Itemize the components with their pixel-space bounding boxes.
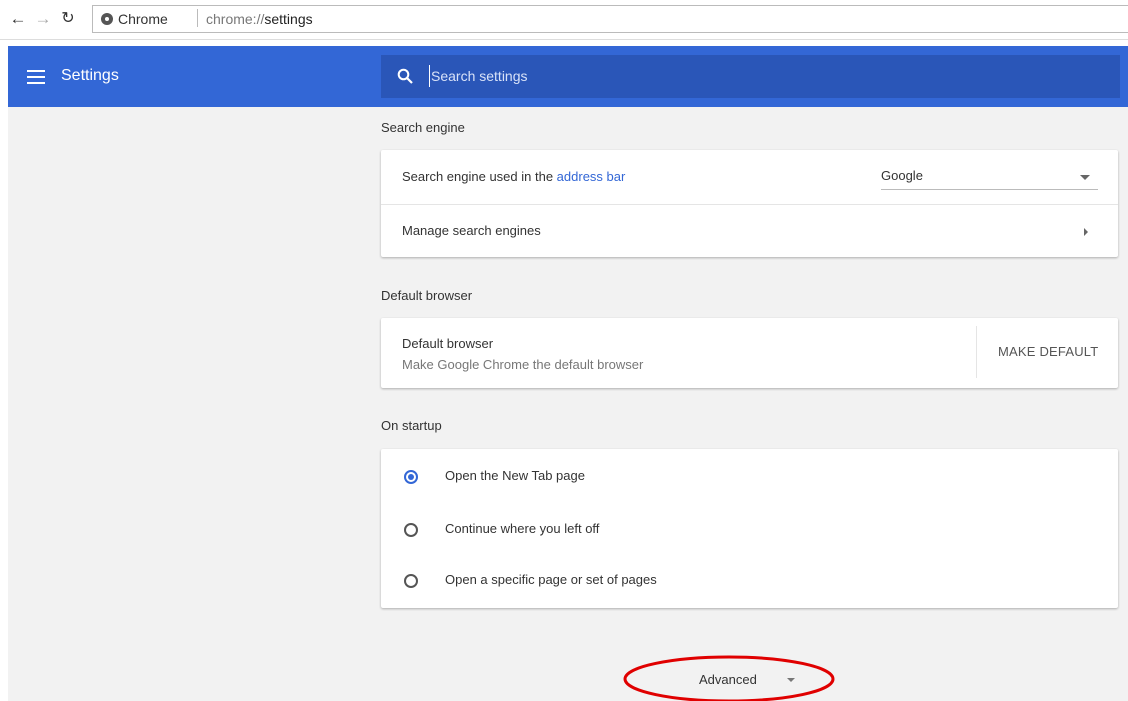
default-browser-card: Default browser Make Google Chrome the d… [381, 318, 1118, 388]
search-engine-label-prefix: Search engine used in the [402, 169, 557, 184]
startup-option-specific-pages[interactable]: Open a specific page or set of pages [381, 555, 1118, 608]
address-url: chrome://settings [206, 11, 313, 27]
chrome-site-icon [101, 13, 113, 25]
startup-option-label: Open a specific page or set of pages [445, 572, 657, 587]
make-default-button[interactable]: MAKE DEFAULT [998, 344, 1098, 359]
startup-option-label: Continue where you left off [445, 521, 600, 536]
on-startup-card: Open the New Tab page Continue where you… [381, 449, 1118, 608]
default-browser-subtitle: Make Google Chrome the default browser [402, 357, 644, 372]
search-box[interactable] [381, 55, 1120, 98]
settings-header: Settings [8, 46, 1128, 107]
startup-option-label: Open the New Tab page [445, 468, 585, 483]
startup-option-continue[interactable]: Continue where you left off [381, 503, 1118, 555]
dropdown-arrow-icon [1080, 175, 1090, 180]
vertical-separator [976, 326, 977, 378]
section-title-search-engine: Search engine [381, 120, 465, 135]
radio-unchecked-icon[interactable] [404, 574, 418, 588]
search-engine-row-label: Search engine used in the address bar [402, 169, 625, 184]
address-separator [197, 9, 198, 27]
search-input[interactable] [429, 65, 1079, 87]
startup-option-new-tab[interactable]: Open the New Tab page [381, 449, 1118, 503]
url-path: settings [264, 11, 313, 27]
back-arrow-icon[interactable]: ← [8, 9, 28, 29]
manage-search-engines-label: Manage search engines [402, 223, 541, 238]
address-bar[interactable]: Chrome chrome://settings [92, 5, 1128, 33]
hamburger-menu-icon[interactable] [27, 70, 45, 84]
browser-toolbar: ← → ↻ Chrome chrome://settings [0, 0, 1128, 40]
address-bar-link[interactable]: address bar [557, 169, 626, 184]
chevron-right-icon [1084, 228, 1088, 236]
search-engine-select[interactable]: Google [881, 164, 1098, 190]
search-icon [397, 68, 413, 84]
url-scheme: chrome:// [206, 11, 265, 27]
search-engine-card: Search engine used in the address bar Go… [381, 150, 1118, 257]
site-name: Chrome [118, 11, 168, 27]
annotation-ellipse [623, 655, 835, 701]
radio-unchecked-icon[interactable] [404, 523, 418, 537]
section-title-on-startup: On startup [381, 418, 442, 433]
search-engine-value: Google [881, 168, 923, 183]
default-browser-title: Default browser [402, 336, 494, 351]
forward-arrow-icon[interactable]: → [33, 9, 53, 29]
page-title: Settings [61, 67, 119, 84]
reload-icon[interactable]: ↻ [58, 9, 78, 29]
section-title-default-browser: Default browser [381, 288, 473, 303]
radio-checked-icon[interactable] [404, 470, 418, 484]
manage-search-engines-row[interactable]: Manage search engines [381, 205, 1118, 257]
